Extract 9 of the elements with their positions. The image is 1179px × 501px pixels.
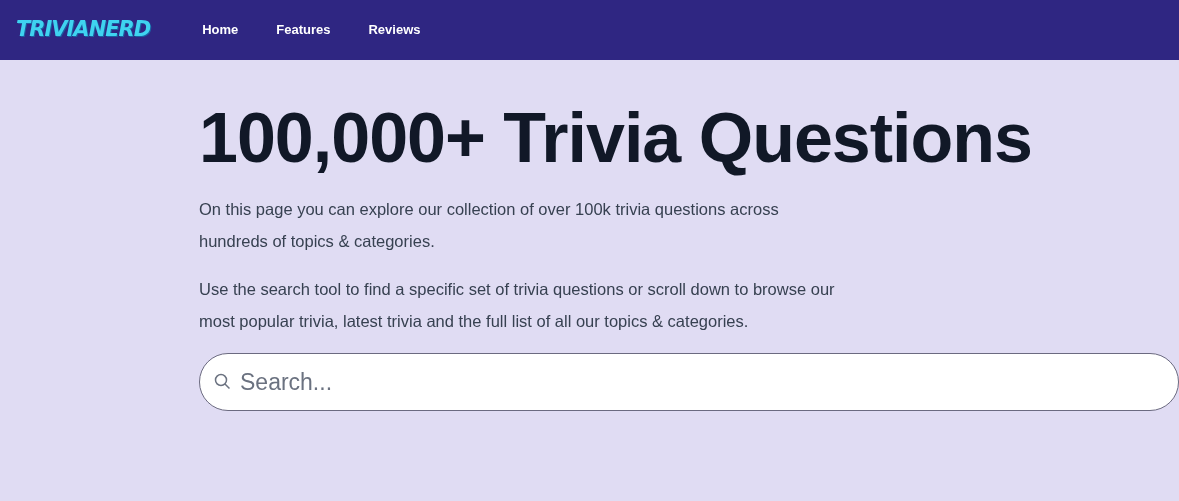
nav-link[interactable]: Home [202, 20, 239, 40]
logo[interactable]: TRIVIANERD [16, 14, 151, 46]
nav-link[interactable]: Features [276, 20, 331, 40]
intro-paragraph: Use the search tool to find a specific set of trivia questions or scroll down to browse our most popular trivia, latest trivia and the full list of all our topics & categories. [199, 279, 836, 332]
nav-link[interactable]: Reviews [368, 20, 421, 40]
page-title: 100,000+ Trivia Questions [199, 100, 1033, 177]
search-field[interactable]: Search... [199, 353, 1179, 411]
intro-paragraph: On this page you can explore our collection of over 100k trivia questions across hundreds of topics & categories. [199, 199, 780, 252]
search-icon [214, 373, 231, 390]
